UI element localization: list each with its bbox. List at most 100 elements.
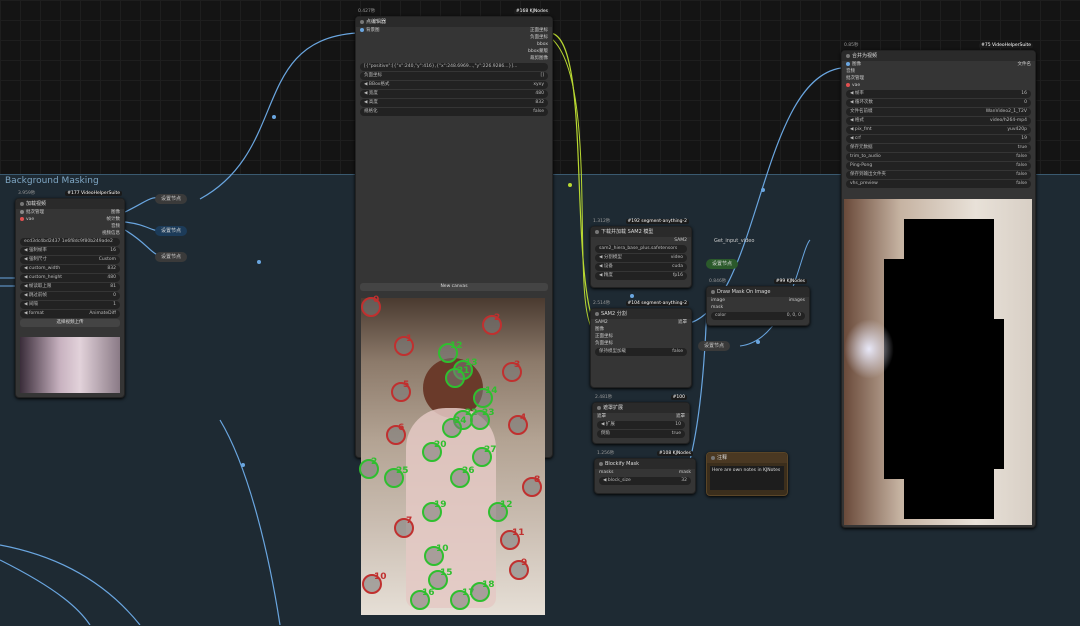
reroute-set-2[interactable]: 设置节点	[155, 226, 188, 236]
sam2-segment-node[interactable]: 2.514秒 #104 segment-anything-2 SAM2 分割 S…	[590, 301, 692, 388]
output-mask[interactable]: mask	[679, 469, 691, 476]
output-positive[interactable]: 正面坐标	[530, 27, 548, 34]
skip-first-field[interactable]: ◀ 跳过前帧 0	[20, 292, 120, 300]
blockify-mask-node[interactable]: 1.256秒 #108 KJNodes Blockify Mask masks m…	[594, 451, 696, 494]
precision-select[interactable]: ◀ 精度 fp16	[595, 272, 687, 280]
node-title[interactable]: SAM2 分割	[591, 309, 691, 319]
node-tag: #75 VideoHelperSuite	[979, 43, 1033, 48]
input-bg-image[interactable]: 背景图	[360, 27, 380, 34]
sam2-loader-node[interactable]: 1.312秒 #192 segment-anything-2 下载并加载 SAM…	[590, 219, 692, 288]
height-field[interactable]: ◀ 高度 832	[360, 99, 548, 107]
input-mask[interactable]: 遮罩	[597, 413, 606, 420]
block-size-field[interactable]: ◀ block_size 32	[599, 477, 691, 485]
node-tag: #108 KJNodes	[656, 451, 693, 456]
model-select[interactable]: sam2_hiera_base_plus.safetensors	[595, 245, 687, 253]
output-bbox[interactable]: bbox	[537, 41, 548, 48]
node-title[interactable]: 注释	[707, 453, 787, 463]
node-tag: #177 VideoHelperSuite	[65, 191, 122, 196]
coordinates-field[interactable]: [{"positive":[{"x":240,"y":416},{"x":248…	[360, 63, 548, 71]
load-video-node[interactable]: 3.959秒 #177 VideoHelperSuite 加载视频 批次管理 图像…	[15, 191, 125, 398]
width-field[interactable]: ◀ 宽度 480	[360, 90, 548, 98]
output-video-preview	[844, 199, 1032, 525]
input-image[interactable]: image	[711, 297, 725, 304]
tapered-toggle[interactable]: 倒角 true	[597, 430, 685, 438]
frame-load-cap-field[interactable]: ◀ 帧读取上限 81	[20, 283, 120, 291]
new-canvas-button[interactable]: New canvas	[360, 283, 548, 291]
keep-model-toggle[interactable]: 保持模型加载 false	[595, 348, 687, 356]
video-file-field[interactable]: ecd3dc4bd2437 1e6f8dc9f80b249ade2	[20, 238, 120, 246]
output-filenames[interactable]: 文件名	[1018, 61, 1032, 68]
node-title[interactable]: 合并为视频	[842, 51, 1035, 61]
segmentor-select[interactable]: ◀ 分割模型 video	[595, 254, 687, 262]
pingpong-toggle[interactable]: Ping-Pong false	[846, 162, 1031, 170]
pix-fmt-select[interactable]: ◀ pix_fmt yuv420p	[846, 126, 1031, 134]
point-label: 20	[434, 440, 447, 450]
output-negative[interactable]: 负面坐标	[530, 34, 548, 41]
input-sam2[interactable]: SAM2	[595, 319, 608, 326]
point-label: 21	[457, 366, 470, 376]
save-output-toggle[interactable]: 保存到输出文件夹 false	[846, 171, 1031, 179]
grow-mask-node[interactable]: 2.481秒 #100 遮罩扩展 遮罩 遮罩 ◀ 扩展 10 倒角 true	[592, 395, 690, 444]
note-node[interactable]: 注释 Here are own notes in KJNotes	[706, 452, 788, 496]
upload-button[interactable]: 选择视频上传	[20, 319, 120, 327]
point-label: 12	[500, 500, 513, 510]
input-image[interactable]: 图像	[595, 326, 604, 333]
frame-rate-field[interactable]: ◀ 帧率 16	[846, 90, 1031, 98]
reroute-set-3[interactable]: 设置节点	[155, 252, 188, 262]
output-mask[interactable]: 遮罩	[678, 319, 687, 326]
output-sam2[interactable]: SAM2	[674, 237, 687, 244]
custom-height-field[interactable]: ◀ custom_height 480	[20, 274, 120, 282]
output-frame-count[interactable]: 帧计数	[107, 216, 121, 223]
input-images[interactable]: 图像	[846, 61, 861, 68]
trim-audio-toggle[interactable]: trim_to_audio false	[846, 153, 1031, 161]
input-masks[interactable]: masks	[599, 469, 613, 476]
custom-width-field[interactable]: ◀ custom_width 832	[20, 265, 120, 273]
input-audio[interactable]: 音频	[846, 68, 855, 75]
reroute-set-1[interactable]: 设置节点	[155, 194, 188, 204]
output-images[interactable]: images	[789, 297, 805, 304]
output-images[interactable]: 图像	[111, 209, 120, 216]
video-combine-node[interactable]: 0.85秒 #75 VideoHelperSuite 合并为视频 图像 文件名 音…	[841, 43, 1036, 528]
color-field[interactable]: color 0, 0, 0	[711, 312, 805, 320]
node-title[interactable]: 点编辑器	[356, 17, 552, 27]
bbox-format-field[interactable]: ◀ BBox格式 xyxy	[360, 81, 548, 89]
node-title[interactable]: Blockify Mask	[595, 459, 695, 469]
select-nth-field[interactable]: ◀ 间隔 1	[20, 301, 120, 309]
input-vae[interactable]: vae	[846, 82, 860, 89]
input-batch[interactable]: 批次管理	[20, 209, 44, 216]
input-vae[interactable]: vae	[20, 216, 34, 223]
node-time: 0.85秒	[844, 43, 859, 48]
get-input-video-node[interactable]: Get_input_video	[708, 236, 760, 246]
format-select[interactable]: ◀ 格式 video/h264-mp4	[846, 117, 1031, 125]
output-video-info[interactable]: 视频信息	[102, 230, 120, 237]
note-text[interactable]: Here are own notes in KJNotes	[710, 466, 784, 490]
reroute-set-5[interactable]: 设置节点	[698, 341, 731, 351]
force-rate-field[interactable]: ◀ 强制帧率 16	[20, 247, 120, 255]
custom-size-field[interactable]: ◀ 强制尺寸 Custom	[20, 256, 120, 264]
point-label: 10	[436, 544, 449, 554]
node-title[interactable]: 遮罩扩展	[593, 403, 689, 413]
input-mask[interactable]: mask	[711, 304, 723, 311]
input-positive[interactable]: 正面坐标	[595, 333, 613, 340]
save-metadata-toggle[interactable]: 保存元数据 true	[846, 144, 1031, 152]
node-title[interactable]: Draw Mask On Image	[707, 287, 809, 297]
normalize-toggle[interactable]: 规格化 false	[360, 108, 548, 116]
filename-prefix-field[interactable]: 文件名前缀 WanVideo2_1_T2V	[846, 108, 1031, 116]
loop-count-field[interactable]: ◀ 循环次数 0	[846, 99, 1031, 107]
output-cropped[interactable]: 裁剪图像	[530, 55, 548, 62]
output-mask[interactable]: 遮罩	[676, 413, 685, 420]
expand-field[interactable]: ◀ 扩展 10	[597, 421, 685, 429]
neg-coords-field[interactable]: 负面坐标[]	[360, 72, 548, 80]
crf-field[interactable]: ◀ crf 19	[846, 135, 1031, 143]
output-bbox-mask[interactable]: bbox蒙版	[528, 48, 548, 55]
node-title[interactable]: 加载视频	[16, 199, 124, 209]
device-select[interactable]: ◀ 设备 cuda	[595, 263, 687, 271]
input-batch[interactable]: 批次管理	[846, 75, 864, 82]
format-field[interactable]: ◀ format AnimateDiff	[20, 310, 120, 318]
reroute-set-4[interactable]: 设置节点	[706, 259, 739, 269]
preview-toggle[interactable]: vhs_preview false	[846, 180, 1031, 188]
node-title[interactable]: 下载并加载 SAM2 模型	[591, 227, 691, 237]
output-audio[interactable]: 音频	[111, 223, 120, 230]
input-negative[interactable]: 负面坐标	[595, 340, 613, 347]
draw-mask-node[interactable]: 0.846秒 #99 KJNodes Draw Mask On Image im…	[706, 279, 810, 326]
